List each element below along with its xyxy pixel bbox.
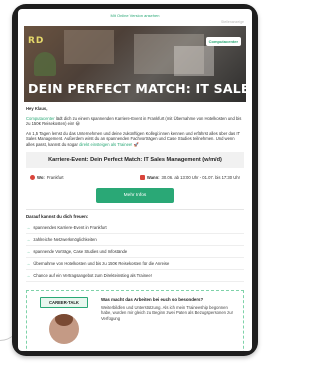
event-title: Karriere-Event: Dein Perfect Match: IT S… xyxy=(26,151,244,168)
benefit-text: spannende Vorträge, Case Studies und Inf… xyxy=(33,248,128,254)
hero-shape-1 xyxy=(64,30,114,64)
brand-logo: Computacenter xyxy=(205,37,241,46)
benefits-title: Darauf kannst du dich freuen: xyxy=(26,213,89,219)
where-label: Wo: xyxy=(37,174,45,180)
email-body: Hey Klaus, Computacenter lädt dich zu ei… xyxy=(18,102,252,351)
career-talk-box: CAREER-TALK Was macht das Arbeiten bei e… xyxy=(26,289,244,351)
hero-shape-3 xyxy=(174,46,214,76)
event-date: Wann: 30.06. ab 13:00 Uhr - 01.07. bis 1… xyxy=(139,174,240,180)
benefit-text: Übernahme von Hotelkosten und bis zu 150… xyxy=(33,260,170,266)
details-paragraph: An 1,5 Tagen lernst du das Unternehmen u… xyxy=(26,131,244,148)
when-label: Wann: xyxy=(146,174,160,180)
intro-text: lädt dich zu einem spannenden Karriere-E… xyxy=(26,115,242,127)
benefit-item: → Chance auf ein Vertragsangebot zum Dir… xyxy=(26,270,244,282)
company-link[interactable]: Computacenter xyxy=(26,116,55,121)
email-screen: Mit Online Version ansehen Stellenanzeig… xyxy=(18,9,252,351)
benefit-item: → Übernahme von Hotelkosten und bis zu 1… xyxy=(26,258,244,270)
avatar xyxy=(49,313,79,344)
divider xyxy=(26,208,244,210)
benefit-text: spannendes Karriere-Event in Frankfurt xyxy=(33,224,107,230)
location-pin-icon xyxy=(30,174,35,180)
arrow-right-icon: → xyxy=(26,224,31,230)
hero-tag: RD xyxy=(28,36,45,46)
benefit-text: Chance auf ein Vertragsangebot zum Direk… xyxy=(33,272,152,278)
event-location: Wo: Frankfurt xyxy=(30,174,64,180)
intro-paragraph: Computacenter lädt dich zu einem spannen… xyxy=(26,116,244,127)
arrow-right-icon: → xyxy=(26,236,31,242)
benefit-item: → spannende Vorträge, Case Studies und I… xyxy=(26,246,244,258)
event-facts: Wo: Frankfurt Wann: 30.06. ab 13:00 Uhr … xyxy=(26,171,244,184)
calendar-icon xyxy=(139,174,145,180)
career-question: Was macht das Arbeiten bei euch so beson… xyxy=(101,296,204,302)
career-talk-tag: CAREER-TALK xyxy=(40,296,88,308)
trainee-link[interactable]: direkt einsteigen als Trainee! 🚀 xyxy=(79,142,139,147)
benefit-item: → spannendes Karriere-Event in Frankfurt xyxy=(26,222,244,234)
career-answer: Weiterbildlen und Unterstützung. Als ich… xyxy=(101,304,233,321)
when-value: 30.06. ab 13:00 Uhr - 01.07. bis 17:30 U… xyxy=(161,174,240,180)
benefit-text: zahlreiche Netzwerkmöglichkeiten xyxy=(33,236,97,242)
career-talk-right: Was macht das Arbeiten bei euch so beson… xyxy=(101,297,237,351)
more-info-button[interactable]: Mehr Infos xyxy=(96,187,174,203)
arrow-right-icon: → xyxy=(26,260,31,266)
benefit-item: → zahlreiche Netzwerkmöglichkeiten xyxy=(26,234,244,246)
plant-icon xyxy=(34,52,56,76)
hero-banner: RD Computacenter DEIN PERFECT MATCH: IT … xyxy=(24,26,246,102)
where-value: Frankfurt xyxy=(46,174,64,180)
arrow-right-icon: → xyxy=(26,272,31,278)
hero-title: DEIN PERFECT MATCH: IT SALES MANAGEMENT xyxy=(28,81,246,96)
online-version-link[interactable]: Mit Online Version ansehen xyxy=(18,9,252,20)
arrow-right-icon: → xyxy=(26,248,31,254)
greeting: Hey Klaus, xyxy=(26,106,48,111)
career-talk-left: CAREER-TALK xyxy=(33,296,95,351)
